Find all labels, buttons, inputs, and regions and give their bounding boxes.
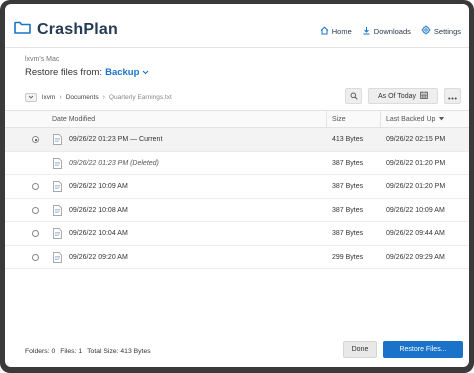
row-backed: 09/26/22 09:29 AM	[386, 253, 445, 261]
top-nav: Home Downloads Settings	[310, 25, 461, 37]
row-backed: 09/26/22 01:20 PM	[386, 183, 446, 190]
file-icon	[53, 134, 62, 147]
download-icon	[362, 26, 374, 37]
breadcrumb-item-documents[interactable]: Documents	[66, 94, 99, 101]
row-date: 09/26/22 10:04 AM	[69, 230, 128, 237]
row-size: 299 Bytes	[332, 253, 364, 261]
file-icon	[53, 204, 62, 218]
app-window: CrashPlan Home Downloads Settings lxvm's…	[0, 0, 474, 373]
restore-files-button[interactable]: Restore Files...	[383, 341, 463, 358]
sort-down-icon	[439, 116, 445, 123]
row-backed: 09/26/22 02:15 PM	[386, 136, 446, 143]
column-header-size[interactable]: Size	[332, 116, 346, 123]
breadcrumb: lxvm › Documents › Quarterly Earnings.tx…	[25, 93, 172, 102]
search-button[interactable]	[345, 88, 362, 104]
more-icon	[448, 87, 457, 105]
chevron-down-icon	[139, 67, 149, 78]
backup-set-dropdown[interactable]: Backup	[105, 67, 149, 78]
nav-settings-label: Settings	[433, 26, 461, 36]
column-header-date[interactable]: Date Modified	[52, 116, 95, 123]
row-size: 387 Bytes	[332, 159, 364, 167]
selection-summary: Folders: 0 Files: 1 Total Size: 413 Byte…	[25, 348, 156, 355]
as-of-date-label: As Of Today	[377, 92, 416, 100]
breadcrumb-item-user[interactable]: lxvm	[42, 94, 55, 101]
table-row[interactable]: 09/26/22 10:09 AM 387 Bytes 09/26/22 01:…	[5, 175, 469, 199]
nav-downloads-label: Downloads	[373, 26, 411, 36]
row-backed: 09/26/22 09:44 AM	[386, 230, 445, 237]
row-backed: 09/26/22 01:20 PM	[386, 159, 446, 167]
brand: CrashPlan	[14, 21, 118, 39]
row-date: 09/26/22 01:23 PM (Deleted)	[69, 159, 159, 167]
gear-icon	[421, 25, 434, 37]
folders-count: Folders: 0	[25, 348, 56, 355]
file-icon	[53, 181, 62, 194]
version-radio[interactable]	[32, 253, 39, 261]
search-icon	[350, 87, 358, 105]
versions-table: Date Modified Size Last Backed Up 09/26/…	[5, 110, 469, 269]
table-row[interactable]: 09/26/22 10:08 AM 387 Bytes 09/26/22 10:…	[5, 199, 469, 222]
column-header-backed[interactable]: Last Backed Up	[386, 116, 445, 123]
app-frame: CrashPlan Home Downloads Settings lxvm's…	[5, 4, 469, 367]
machine-name: lxvm's Mac	[25, 56, 60, 63]
breadcrumb-toggle[interactable]	[25, 93, 37, 102]
restore-source: Restore files from: Backup	[25, 67, 149, 78]
row-size: 387 Bytes	[332, 230, 364, 237]
row-backed: 09/26/22 10:09 AM	[386, 206, 445, 214]
files-count: Files: 1	[60, 348, 83, 355]
as-of-date-button[interactable]: As Of Today	[368, 88, 438, 104]
column-divider	[380, 111, 381, 128]
version-radio[interactable]	[32, 230, 39, 237]
breadcrumb-item-file: Quarterly Earnings.txt	[108, 94, 172, 101]
row-date: 09/26/22 10:09 AM	[69, 183, 128, 190]
version-radio[interactable]	[32, 183, 39, 190]
row-size: 413 Bytes	[332, 136, 364, 143]
calendar-icon	[416, 91, 428, 101]
done-button[interactable]: Done	[343, 341, 377, 358]
table-header: Date Modified Size Last Backed Up	[5, 110, 469, 128]
folder-logo-icon	[14, 21, 31, 39]
file-icon	[53, 228, 62, 241]
column-divider	[326, 111, 327, 128]
table-row[interactable]: 09/26/22 10:04 AM 387 Bytes 09/26/22 09:…	[5, 222, 469, 246]
row-date: 09/26/22 01:23 PM — Current	[69, 136, 163, 143]
top-bar: CrashPlan Home Downloads Settings	[5, 4, 469, 48]
chevron-down-icon	[28, 94, 34, 101]
table-row[interactable]: 09/26/22 01:23 PM (Deleted) 387 Bytes 09…	[5, 152, 469, 175]
home-icon	[320, 26, 332, 37]
file-icon	[53, 251, 62, 265]
table-row[interactable]: 09/26/22 09:20 AM 299 Bytes 09/26/22 09:…	[5, 246, 469, 269]
total-size: Total Size: 413 Bytes	[87, 348, 151, 355]
backup-set-value: Backup	[105, 67, 140, 78]
version-radio[interactable]	[32, 136, 39, 143]
app-name: CrashPlan	[37, 21, 118, 38]
row-date: 09/26/22 09:20 AM	[69, 253, 128, 261]
more-options-button[interactable]	[444, 88, 461, 104]
column-header-backed-label: Last Backed Up	[386, 116, 436, 123]
restore-label: Restore files from:	[25, 67, 103, 78]
row-size: 387 Bytes	[332, 206, 364, 214]
nav-downloads[interactable]: Downloads	[362, 26, 411, 37]
path-bar: lxvm › Documents › Quarterly Earnings.tx…	[5, 86, 469, 110]
nav-home[interactable]: Home	[320, 26, 352, 37]
nav-home-label: Home	[331, 26, 352, 36]
nav-settings[interactable]: Settings	[421, 25, 461, 37]
row-size: 387 Bytes	[332, 183, 364, 190]
version-radio[interactable]	[32, 206, 39, 214]
table-row[interactable]: 09/26/22 01:23 PM — Current 413 Bytes 09…	[5, 128, 469, 152]
file-icon	[53, 157, 62, 171]
footer: Folders: 0 Files: 1 Total Size: 413 Byte…	[5, 337, 469, 367]
chevron-right-icon: ›	[59, 94, 62, 101]
row-date: 09/26/22 10:08 AM	[69, 206, 128, 214]
chevron-right-icon: ›	[102, 94, 105, 101]
toolbar: As Of Today	[339, 88, 461, 104]
